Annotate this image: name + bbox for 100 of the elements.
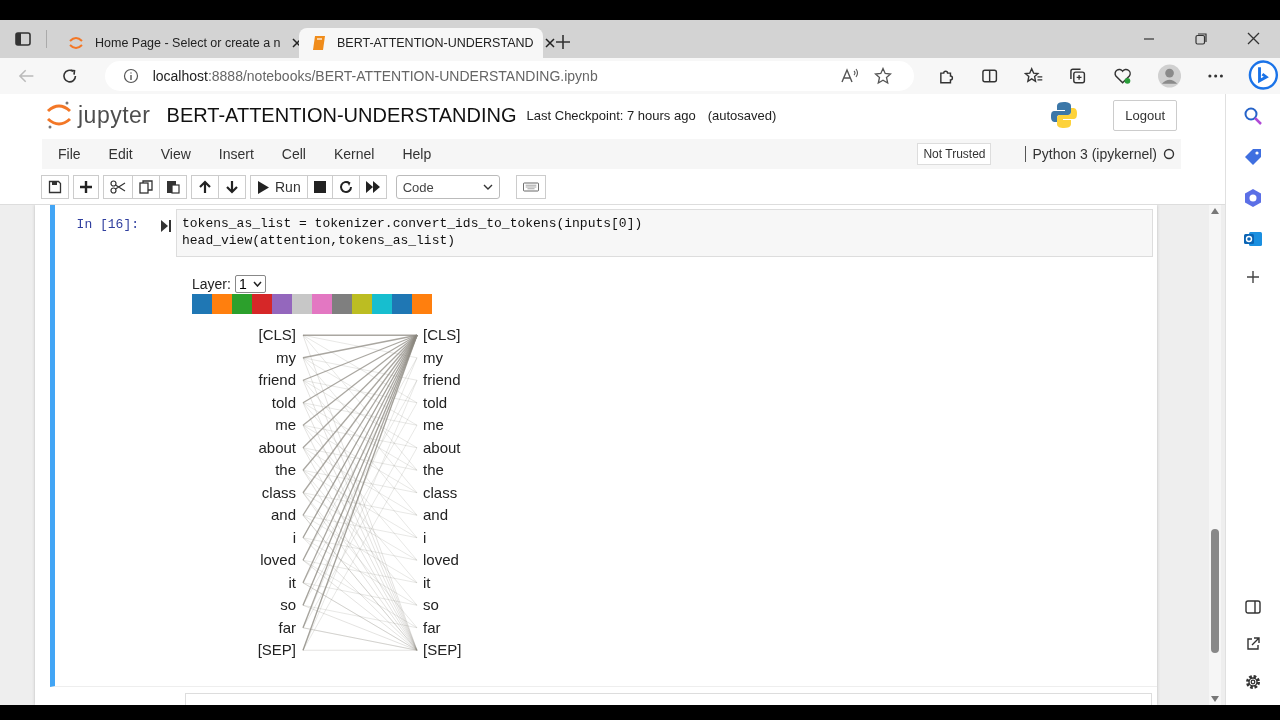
run-all-button[interactable] xyxy=(358,175,387,199)
code-editor[interactable]: tokens_as_list = tokenizer.convert_ids_to_tokens(inputs[0]) head_view(attention,tokens_as_list) xyxy=(176,209,1153,257)
token-label[interactable]: it xyxy=(423,571,462,594)
token-label[interactable]: [SEP] xyxy=(257,639,296,662)
token-label[interactable]: class xyxy=(423,481,462,504)
jupyter-logo[interactable]: jupyter xyxy=(46,100,151,130)
menu-item[interactable]: Kernel xyxy=(333,146,375,162)
profile-avatar-icon[interactable] xyxy=(1157,64,1181,88)
logout-button[interactable]: Logout xyxy=(1113,99,1177,131)
add-cell-button[interactable] xyxy=(73,175,99,199)
sidebar-panel-icon[interactable] xyxy=(1245,599,1261,615)
notebook-title[interactable]: BERT-ATTENTION-UNDERSTANDING xyxy=(166,103,517,127)
new-tab-icon[interactable] xyxy=(555,34,571,50)
run-cell-icon[interactable] xyxy=(161,220,171,232)
copy-button[interactable] xyxy=(132,175,160,199)
token-label[interactable]: far xyxy=(278,616,296,639)
save-button[interactable] xyxy=(41,175,69,199)
token-label[interactable]: i xyxy=(423,526,462,549)
kernel-name[interactable]: Python 3 (ipykernel) xyxy=(1025,146,1157,162)
move-up-button[interactable] xyxy=(191,175,219,199)
cut-button[interactable] xyxy=(103,175,133,199)
token-label[interactable]: about xyxy=(258,436,296,459)
token-label[interactable]: [CLS] xyxy=(423,324,462,347)
menu-item[interactable]: Help xyxy=(402,146,432,162)
scrollbar-track[interactable] xyxy=(1209,205,1221,705)
external-link-icon[interactable] xyxy=(1245,636,1261,652)
token-label[interactable]: the xyxy=(275,459,296,482)
office-icon[interactable] xyxy=(1243,188,1263,208)
menu-item[interactable]: View xyxy=(160,146,191,162)
attention-head-swatch[interactable] xyxy=(192,294,212,314)
read-aloud-icon[interactable] xyxy=(840,67,861,85)
token-label[interactable]: me xyxy=(275,414,296,437)
scroll-up-icon[interactable] xyxy=(1211,208,1219,214)
restart-button[interactable] xyxy=(331,175,360,199)
token-label[interactable]: so xyxy=(280,594,296,617)
attention-head-swatch[interactable] xyxy=(412,294,432,314)
extensions-icon[interactable] xyxy=(937,67,955,85)
address-field[interactable]: localhost:8888/notebooks/BERT-ATTENTION-UNDERSTANDING.ipynb xyxy=(104,61,915,91)
attention-head-swatch[interactable] xyxy=(232,294,252,314)
reload-icon[interactable] xyxy=(61,67,79,85)
attention-head-swatch[interactable] xyxy=(252,294,272,314)
token-label[interactable]: class xyxy=(261,481,296,504)
token-label[interactable]: about xyxy=(423,436,462,459)
menu-item[interactable]: Insert xyxy=(218,146,254,162)
scrollbar-thumb[interactable] xyxy=(1211,529,1219,653)
token-label[interactable]: loved xyxy=(260,549,296,572)
settings-icon[interactable] xyxy=(1244,673,1262,691)
token-label[interactable]: told xyxy=(271,391,296,414)
token-label[interactable]: so xyxy=(423,594,462,617)
health-icon[interactable] xyxy=(1112,67,1132,85)
attention-head-swatch[interactable] xyxy=(272,294,292,314)
token-label[interactable]: and xyxy=(270,504,296,527)
menu-item[interactable]: File xyxy=(58,146,81,162)
more-icon[interactable] xyxy=(1206,73,1225,79)
token-label[interactable]: and xyxy=(423,504,462,527)
attention-head-swatch[interactable] xyxy=(212,294,232,314)
tab-actions-icon[interactable] xyxy=(14,30,47,48)
run-button[interactable]: Run xyxy=(250,175,308,199)
token-label[interactable]: i xyxy=(292,526,296,549)
copilot-icon[interactable] xyxy=(1247,59,1280,93)
token-label[interactable]: [SEP] xyxy=(423,639,462,662)
star-icon[interactable] xyxy=(874,67,893,85)
collections-icon[interactable] xyxy=(1069,67,1087,85)
scroll-down-icon[interactable] xyxy=(1211,696,1219,702)
attention-head-swatch[interactable] xyxy=(372,294,392,314)
attention-head-swatch[interactable] xyxy=(352,294,372,314)
close-icon[interactable] xyxy=(543,37,556,49)
token-label[interactable]: me xyxy=(423,414,462,437)
attention-head-swatch[interactable] xyxy=(312,294,332,314)
attention-head-swatch[interactable] xyxy=(392,294,412,314)
token-label[interactable]: [CLS] xyxy=(258,324,296,347)
token-label[interactable]: friend xyxy=(423,369,462,392)
token-label[interactable]: far xyxy=(423,616,462,639)
menu-item[interactable]: Cell xyxy=(281,146,306,162)
token-label[interactable]: friend xyxy=(258,369,296,392)
split-screen-icon[interactable] xyxy=(980,67,999,85)
cell-type-dropdown[interactable]: Code xyxy=(395,175,500,199)
layer-dropdown[interactable]: 1 xyxy=(234,275,266,293)
close-icon[interactable] xyxy=(1247,32,1260,45)
restore-icon[interactable] xyxy=(1195,33,1207,45)
mail-icon[interactable] xyxy=(1243,229,1263,249)
token-label[interactable]: my xyxy=(276,346,296,369)
token-label[interactable]: loved xyxy=(423,549,462,572)
move-down-button[interactable] xyxy=(218,175,246,199)
trust-indicator[interactable]: Not Trusted xyxy=(917,143,992,165)
keyboard-shortcuts-button[interactable] xyxy=(515,175,546,199)
add-icon[interactable] xyxy=(1246,270,1260,284)
attention-head-swatch[interactable] xyxy=(292,294,312,314)
paste-button[interactable] xyxy=(159,175,187,199)
token-label[interactable]: my xyxy=(423,346,462,369)
token-label[interactable]: it xyxy=(288,571,296,594)
search-icon[interactable] xyxy=(1243,106,1263,126)
stop-button[interactable] xyxy=(306,175,333,199)
browser-tab[interactable]: Home Page - Select or create a n xyxy=(55,28,299,58)
tag-icon[interactable] xyxy=(1243,147,1263,167)
token-label[interactable]: the xyxy=(423,459,462,482)
token-label[interactable]: told xyxy=(423,391,462,414)
attention-head-swatch[interactable] xyxy=(332,294,352,314)
menu-item[interactable]: Edit xyxy=(108,146,133,162)
favorites-icon[interactable] xyxy=(1024,67,1044,85)
